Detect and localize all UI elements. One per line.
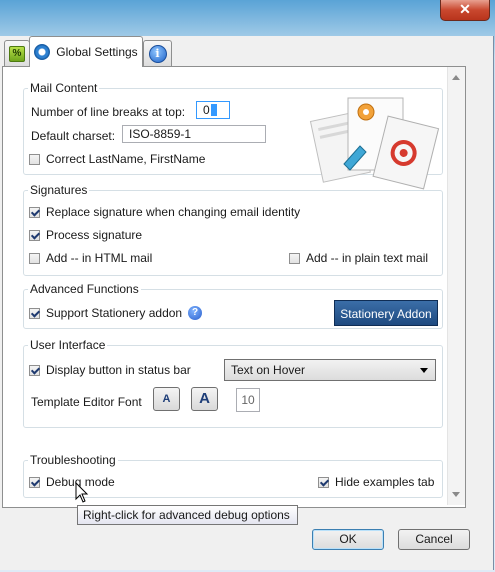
stationery-addon-button[interactable]: Stationery Addon <box>334 300 438 326</box>
tab-global-settings-label: Global Settings <box>56 45 138 59</box>
status-bar-mode-value: Text on Hover <box>231 363 306 377</box>
font-decrease-button[interactable]: A <box>153 387 180 411</box>
chevron-down-icon <box>420 368 428 373</box>
user-interface-group: User Interface <box>23 338 443 428</box>
debug-mode-checkbox[interactable]: Debug mode <box>29 475 115 489</box>
mail-content-title: Mail Content <box>28 81 100 95</box>
checkbox-box[interactable] <box>29 307 40 319</box>
stationery-support-label: Support Stationery addon <box>46 306 183 320</box>
status-bar-mode-select[interactable]: Text on Hover <box>224 359 436 381</box>
help-icon[interactable]: ? <box>188 306 203 320</box>
debug-tooltip: Right-click for advanced debug options <box>77 505 298 525</box>
html-mail-checkbox[interactable]: Add -- in HTML mail <box>29 251 152 265</box>
status-bar-checkbox[interactable]: Display button in status bar <box>29 363 191 377</box>
charset-input[interactable]: ISO-8859-1 <box>122 125 266 143</box>
user-interface-title: User Interface <box>28 338 108 352</box>
checkbox-box[interactable] <box>318 476 329 488</box>
info-icon: i <box>148 45 167 63</box>
vertical-scrollbar[interactable] <box>447 67 465 505</box>
replace-signature-label: Replace signature when changing email id… <box>46 205 301 219</box>
correct-name-checkbox[interactable]: Correct LastName, FirstName <box>29 152 205 166</box>
advanced-functions-title: Advanced Functions <box>28 282 141 296</box>
signatures-title: Signatures <box>28 183 90 197</box>
html-mail-label: Add -- in HTML mail <box>46 251 153 265</box>
tab-info[interactable]: i <box>143 40 172 67</box>
charset-value: ISO-8859-1 <box>129 127 192 141</box>
line-breaks-label: Number of line breaks at top: <box>31 105 186 119</box>
line-breaks-input[interactable]: 0 <box>196 101 230 119</box>
scroll-down-icon[interactable] <box>452 492 460 497</box>
checkbox-box[interactable] <box>29 252 40 264</box>
correct-name-label: Correct LastName, FirstName <box>46 152 206 166</box>
checkbox-box[interactable] <box>29 229 40 241</box>
hide-examples-label: Hide examples tab <box>335 475 435 489</box>
charset-label: Default charset: <box>31 129 116 143</box>
tab-global-settings[interactable]: Global Settings <box>29 36 143 67</box>
process-signature-checkbox[interactable]: Process signature <box>29 228 142 242</box>
scroll-up-icon[interactable] <box>452 75 460 80</box>
stationery-illustration-icon <box>309 97 440 190</box>
template-font-label: Template Editor Font <box>31 395 142 409</box>
line-breaks-value: 0 <box>203 103 210 117</box>
mouse-cursor-icon <box>75 482 89 503</box>
gear-icon <box>34 44 51 60</box>
tab-percent[interactable]: % <box>4 40 30 67</box>
hide-examples-checkbox[interactable]: Hide examples tab <box>318 475 434 489</box>
close-window-button[interactable]: ✕ <box>440 0 490 21</box>
status-bar-label: Display button in status bar <box>46 363 191 377</box>
checkbox-box[interactable] <box>289 252 300 264</box>
plain-text-mail-checkbox[interactable]: Add -- in plain text mail <box>289 251 428 265</box>
checkbox-box[interactable] <box>29 153 40 165</box>
process-signature-label: Process signature <box>46 228 143 242</box>
checkbox-box[interactable] <box>29 206 40 218</box>
text-caret <box>210 104 217 116</box>
plain-text-mail-label: Add -- in plain text mail <box>306 251 429 265</box>
stationery-support-checkbox[interactable]: Support Stationery addon ? <box>29 306 203 320</box>
font-size-input[interactable]: 10 <box>236 388 260 412</box>
replace-signature-checkbox[interactable]: Replace signature when changing email id… <box>29 205 300 219</box>
percent-icon: % <box>9 46 25 62</box>
ok-button[interactable]: OK <box>312 529 384 550</box>
checkbox-box[interactable] <box>29 364 40 376</box>
font-increase-button[interactable]: A <box>191 387 218 411</box>
troubleshooting-title: Troubleshooting <box>28 453 118 467</box>
tab-bar: % Global Settings i <box>0 36 495 67</box>
checkbox-box[interactable] <box>29 476 40 488</box>
cancel-button[interactable]: Cancel <box>398 529 470 550</box>
